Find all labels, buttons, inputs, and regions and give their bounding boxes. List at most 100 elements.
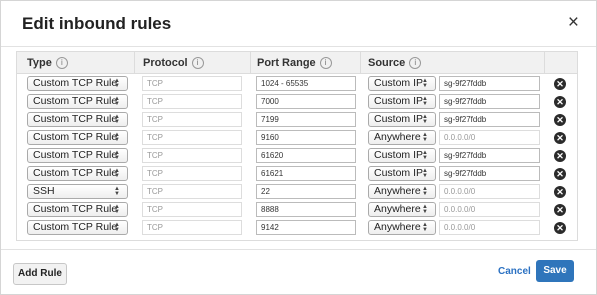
table-row: Custom TCP Rule ▲▼ TCP 8888 Anywhere ▲▼ … — [17, 202, 577, 220]
source-cidr-input[interactable]: sg-9f27fddb — [439, 76, 540, 91]
source-select-value: Anywhere — [374, 221, 421, 233]
type-select-value: Custom TCP Rule — [33, 149, 118, 161]
column-divider — [544, 52, 545, 73]
source-select[interactable]: Custom IP ▲▼ — [368, 148, 436, 163]
source-header-label: Source — [368, 57, 406, 69]
port-range-input[interactable]: 61620 — [256, 148, 356, 163]
source-select[interactable]: Anywhere ▲▼ — [368, 184, 436, 199]
info-icon[interactable]: i — [191, 57, 204, 69]
select-arrow-icon: ▲▼ — [422, 204, 428, 214]
type-select[interactable]: Custom TCP Rule ▲▼ — [27, 112, 128, 127]
port-range-input[interactable]: 8888 — [256, 202, 356, 217]
type-select-value: Custom TCP Rule — [33, 77, 118, 89]
protocol-field: TCP — [142, 166, 242, 181]
source-cidr-input[interactable]: 0.0.0.0/0 — [439, 184, 540, 199]
type-select-value: Custom TCP Rule — [33, 95, 118, 107]
column-divider — [360, 52, 361, 73]
source-select[interactable]: Anywhere ▲▼ — [368, 130, 436, 145]
port-range-input[interactable]: 22 — [256, 184, 356, 199]
source-cidr-input[interactable]: 0.0.0.0/0 — [439, 202, 540, 217]
port-range-column-header: Port Range i — [257, 57, 332, 69]
port-range-input[interactable]: 7000 — [256, 94, 356, 109]
select-arrow-icon: ▲▼ — [114, 78, 120, 88]
remove-rule-icon[interactable]: ✕ — [554, 222, 566, 234]
info-icon[interactable]: i — [409, 57, 422, 69]
select-arrow-icon: ▲▼ — [114, 186, 120, 196]
type-select[interactable]: SSH ▲▼ — [27, 184, 128, 199]
port-range-input[interactable]: 61621 — [256, 166, 356, 181]
rules-table: Type i Protocol i Port Range i Source i … — [16, 51, 578, 241]
table-row: Custom TCP Rule ▲▼ TCP 7000 Custom IP ▲▼… — [17, 94, 577, 112]
protocol-header-label: Protocol — [143, 57, 188, 69]
edit-inbound-rules-dialog: Edit inbound rules × Type i Protocol i P… — [0, 0, 597, 295]
protocol-field: TCP — [142, 94, 242, 109]
info-icon[interactable]: i — [319, 57, 332, 69]
source-cidr-input[interactable]: sg-9f27fddb — [439, 148, 540, 163]
table-row: SSH ▲▼ TCP 22 Anywhere ▲▼ 0.0.0.0/0 ✕ — [17, 184, 577, 202]
source-select[interactable]: Anywhere ▲▼ — [368, 220, 436, 235]
source-select-value: Custom IP — [374, 77, 424, 89]
select-arrow-icon: ▲▼ — [422, 114, 428, 124]
protocol-field: TCP — [142, 148, 242, 163]
remove-rule-icon[interactable]: ✕ — [554, 96, 566, 108]
protocol-field: TCP — [142, 76, 242, 91]
port-range-input[interactable]: 9142 — [256, 220, 356, 235]
type-select[interactable]: Custom TCP Rule ▲▼ — [27, 148, 128, 163]
table-row: Custom TCP Rule ▲▼ TCP 61620 Custom IP ▲… — [17, 148, 577, 166]
type-select[interactable]: Custom TCP Rule ▲▼ — [27, 220, 128, 235]
type-select-value: Custom TCP Rule — [33, 203, 118, 215]
source-select-value: Anywhere — [374, 203, 421, 215]
source-select-value: Custom IP — [374, 167, 424, 179]
cancel-button[interactable]: Cancel — [498, 266, 531, 277]
type-column-header: Type i — [27, 57, 68, 69]
type-select[interactable]: Custom TCP Rule ▲▼ — [27, 76, 128, 91]
source-select[interactable]: Anywhere ▲▼ — [368, 202, 436, 217]
source-cidr-input[interactable]: sg-9f27fddb — [439, 112, 540, 127]
remove-rule-icon[interactable]: ✕ — [554, 186, 566, 198]
close-icon[interactable]: × — [568, 13, 579, 33]
source-select-value: Custom IP — [374, 113, 424, 125]
table-row: Custom TCP Rule ▲▼ TCP 61621 Custom IP ▲… — [17, 166, 577, 184]
remove-rule-icon[interactable]: ✕ — [554, 168, 566, 180]
port-range-input[interactable]: 9160 — [256, 130, 356, 145]
protocol-field: TCP — [142, 184, 242, 199]
select-arrow-icon: ▲▼ — [422, 222, 428, 232]
select-arrow-icon: ▲▼ — [114, 114, 120, 124]
remove-rule-icon[interactable]: ✕ — [554, 150, 566, 162]
source-select[interactable]: Custom IP ▲▼ — [368, 112, 436, 127]
select-arrow-icon: ▲▼ — [422, 132, 428, 142]
protocol-field: TCP — [142, 202, 242, 217]
type-select[interactable]: Custom TCP Rule ▲▼ — [27, 202, 128, 217]
protocol-column-header: Protocol i — [143, 57, 204, 69]
type-select-value: Custom TCP Rule — [33, 131, 118, 143]
remove-rule-icon[interactable]: ✕ — [554, 204, 566, 216]
type-select[interactable]: Custom TCP Rule ▲▼ — [27, 130, 128, 145]
table-header: Type i Protocol i Port Range i Source i — [17, 52, 577, 74]
source-cidr-input[interactable]: sg-9f27fddb — [439, 166, 540, 181]
add-rule-button[interactable]: Add Rule — [13, 263, 67, 285]
source-cidr-input[interactable]: 0.0.0.0/0 — [439, 130, 540, 145]
source-select-value: Custom IP — [374, 95, 424, 107]
source-cidr-input[interactable]: sg-9f27fddb — [439, 94, 540, 109]
port-header-label: Port Range — [257, 57, 316, 69]
remove-rule-icon[interactable]: ✕ — [554, 114, 566, 126]
source-select[interactable]: Custom IP ▲▼ — [368, 94, 436, 109]
select-arrow-icon: ▲▼ — [422, 78, 428, 88]
save-button[interactable]: Save — [536, 260, 574, 282]
type-select[interactable]: Custom TCP Rule ▲▼ — [27, 94, 128, 109]
select-arrow-icon: ▲▼ — [422, 168, 428, 178]
column-divider — [250, 52, 251, 73]
port-range-input[interactable]: 7199 — [256, 112, 356, 127]
select-arrow-icon: ▲▼ — [114, 168, 120, 178]
info-icon[interactable]: i — [55, 57, 68, 69]
port-range-input[interactable]: 1024 - 65535 — [256, 76, 356, 91]
table-row: Custom TCP Rule ▲▼ TCP 9160 Anywhere ▲▼ … — [17, 130, 577, 148]
remove-rule-icon[interactable]: ✕ — [554, 78, 566, 90]
source-cidr-input[interactable]: 0.0.0.0/0 — [439, 220, 540, 235]
source-column-header: Source i — [368, 57, 422, 69]
remove-rule-icon[interactable]: ✕ — [554, 132, 566, 144]
source-select[interactable]: Custom IP ▲▼ — [368, 166, 436, 181]
type-select[interactable]: Custom TCP Rule ▲▼ — [27, 166, 128, 181]
source-select[interactable]: Custom IP ▲▼ — [368, 76, 436, 91]
table-row: Custom TCP Rule ▲▼ TCP 7199 Custom IP ▲▼… — [17, 112, 577, 130]
